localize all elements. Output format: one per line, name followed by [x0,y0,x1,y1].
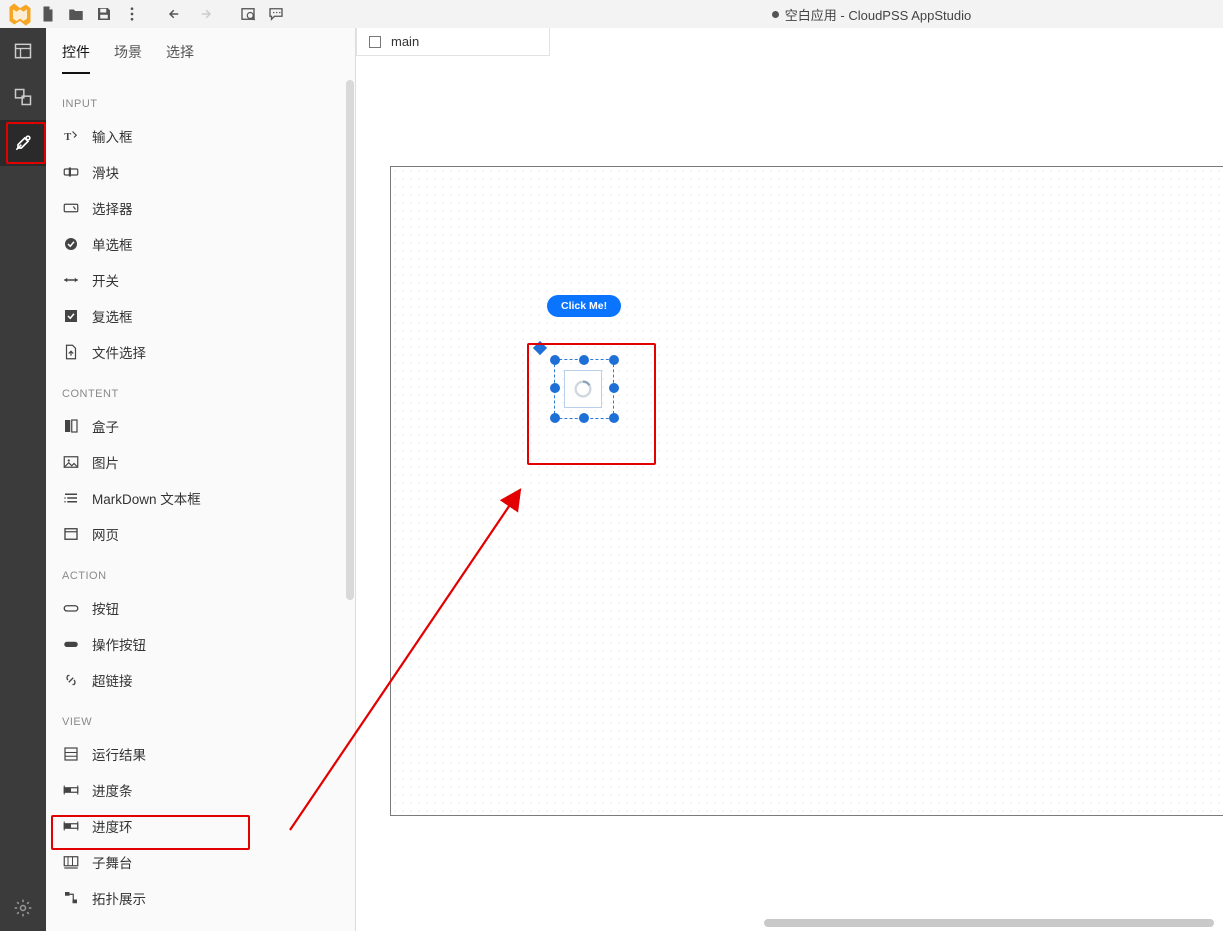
left-rail [0,28,46,931]
progress-bar-icon [62,781,80,799]
widget-progress-bar[interactable]: 进度条 [46,772,355,808]
result-icon [62,745,80,763]
widget-checkbox[interactable]: 复选框 [46,298,355,334]
tab-selection[interactable]: 选择 [166,42,194,74]
widget-progress-ring[interactable]: 进度环 [46,808,355,844]
rail-assets-button[interactable] [0,74,46,120]
resize-handle[interactable] [550,355,560,365]
markdown-icon [62,489,80,507]
canvas-area[interactable]: Click Me! [356,56,1223,931]
group-input: INPUT [46,80,355,118]
resize-handle[interactable] [579,355,589,365]
canvas-button-clickme[interactable]: Click Me! [547,295,621,317]
widget-slider[interactable]: 滑块 [46,154,355,190]
radio-icon [62,235,80,253]
progress-ring-icon [62,817,80,835]
widget-hyperlink[interactable]: 超链接 [46,662,355,698]
select-icon [62,199,80,217]
panel-scrollbar[interactable] [346,80,354,600]
group-view: VIEW [46,698,355,736]
box-icon [62,417,80,435]
action-button-icon [62,635,80,653]
group-action: ACTION [46,552,355,590]
undo-button[interactable] [162,0,190,28]
group-content: CONTENT [46,370,355,408]
more-menu-button[interactable] [118,0,146,28]
widget-button[interactable]: 按钮 [46,590,355,626]
topology-icon [62,889,80,907]
widget-action-button[interactable]: 操作按钮 [46,626,355,662]
widget-switch[interactable]: 开关 [46,262,355,298]
preview-button[interactable] [234,0,262,28]
checkbox-icon [62,307,80,325]
web-icon [62,525,80,543]
design-stage[interactable]: Click Me! [390,166,1223,816]
side-panel: 控件 场景 选择 INPUT T输入框 滑块 选择器 单选框 开关 复选框 文件… [46,28,356,931]
widget-list: INPUT T输入框 滑块 选择器 单选框 开关 复选框 文件选择 CONTEN… [46,80,355,931]
slider-icon [62,163,80,181]
horizontal-scrollbar[interactable] [764,919,1214,927]
comment-button[interactable] [262,0,290,28]
title-text: 空白应用 - CloudPSS AppStudio [785,5,971,24]
button-icon [62,599,80,617]
page-icon [369,36,381,48]
file-upload-icon [62,343,80,361]
side-panel-tabs: 控件 场景 选择 [46,28,355,74]
doc-tab-label: main [391,34,419,49]
link-icon [62,671,80,689]
widget-box[interactable]: 盒子 [46,408,355,444]
tab-scenes[interactable]: 场景 [114,42,142,74]
sub-stage-icon [62,853,80,871]
widget-web[interactable]: 网页 [46,516,355,552]
widget-input-box[interactable]: T输入框 [46,118,355,154]
widget-image[interactable]: 图片 [46,444,355,480]
doc-tab-main[interactable]: main [356,28,550,56]
resize-handle[interactable] [609,355,619,365]
open-file-button[interactable] [62,0,90,28]
widget-run-result[interactable]: 运行结果 [46,736,355,772]
progress-ring-preview [564,370,602,408]
text-input-icon: T [62,127,80,145]
resize-handle[interactable] [609,413,619,423]
widget-file-select[interactable]: 文件选择 [46,334,355,370]
widget-sub-stage[interactable]: 子舞台 [46,844,355,880]
rotate-handle-icon[interactable] [533,341,547,355]
top-toolbar: 空白应用 - CloudPSS AppStudio [0,0,1223,28]
resize-handle[interactable] [609,383,619,393]
widget-radio[interactable]: 单选框 [46,226,355,262]
widget-topology[interactable]: 拓扑展示 [46,880,355,916]
widget-selector[interactable]: 选择器 [46,190,355,226]
tab-widgets[interactable]: 控件 [62,42,90,74]
rail-settings-button[interactable] [0,885,46,931]
resize-handle[interactable] [550,383,560,393]
image-icon [62,453,80,471]
svg-text:T: T [64,132,71,143]
resize-handle[interactable] [550,413,560,423]
rail-tools-button[interactable] [0,120,46,166]
document-tabs: main [356,28,550,56]
app-logo-icon [6,0,34,28]
redo-button[interactable] [190,0,218,28]
selected-widget-progress-ring[interactable] [527,331,657,453]
resize-handle[interactable] [579,413,589,423]
rail-page-button[interactable] [0,28,46,74]
new-file-button[interactable] [34,0,62,28]
widget-markdown[interactable]: MarkDown 文本框 [46,480,355,516]
modified-dot-icon [772,11,779,18]
save-button[interactable] [90,0,118,28]
switch-icon [62,271,80,289]
